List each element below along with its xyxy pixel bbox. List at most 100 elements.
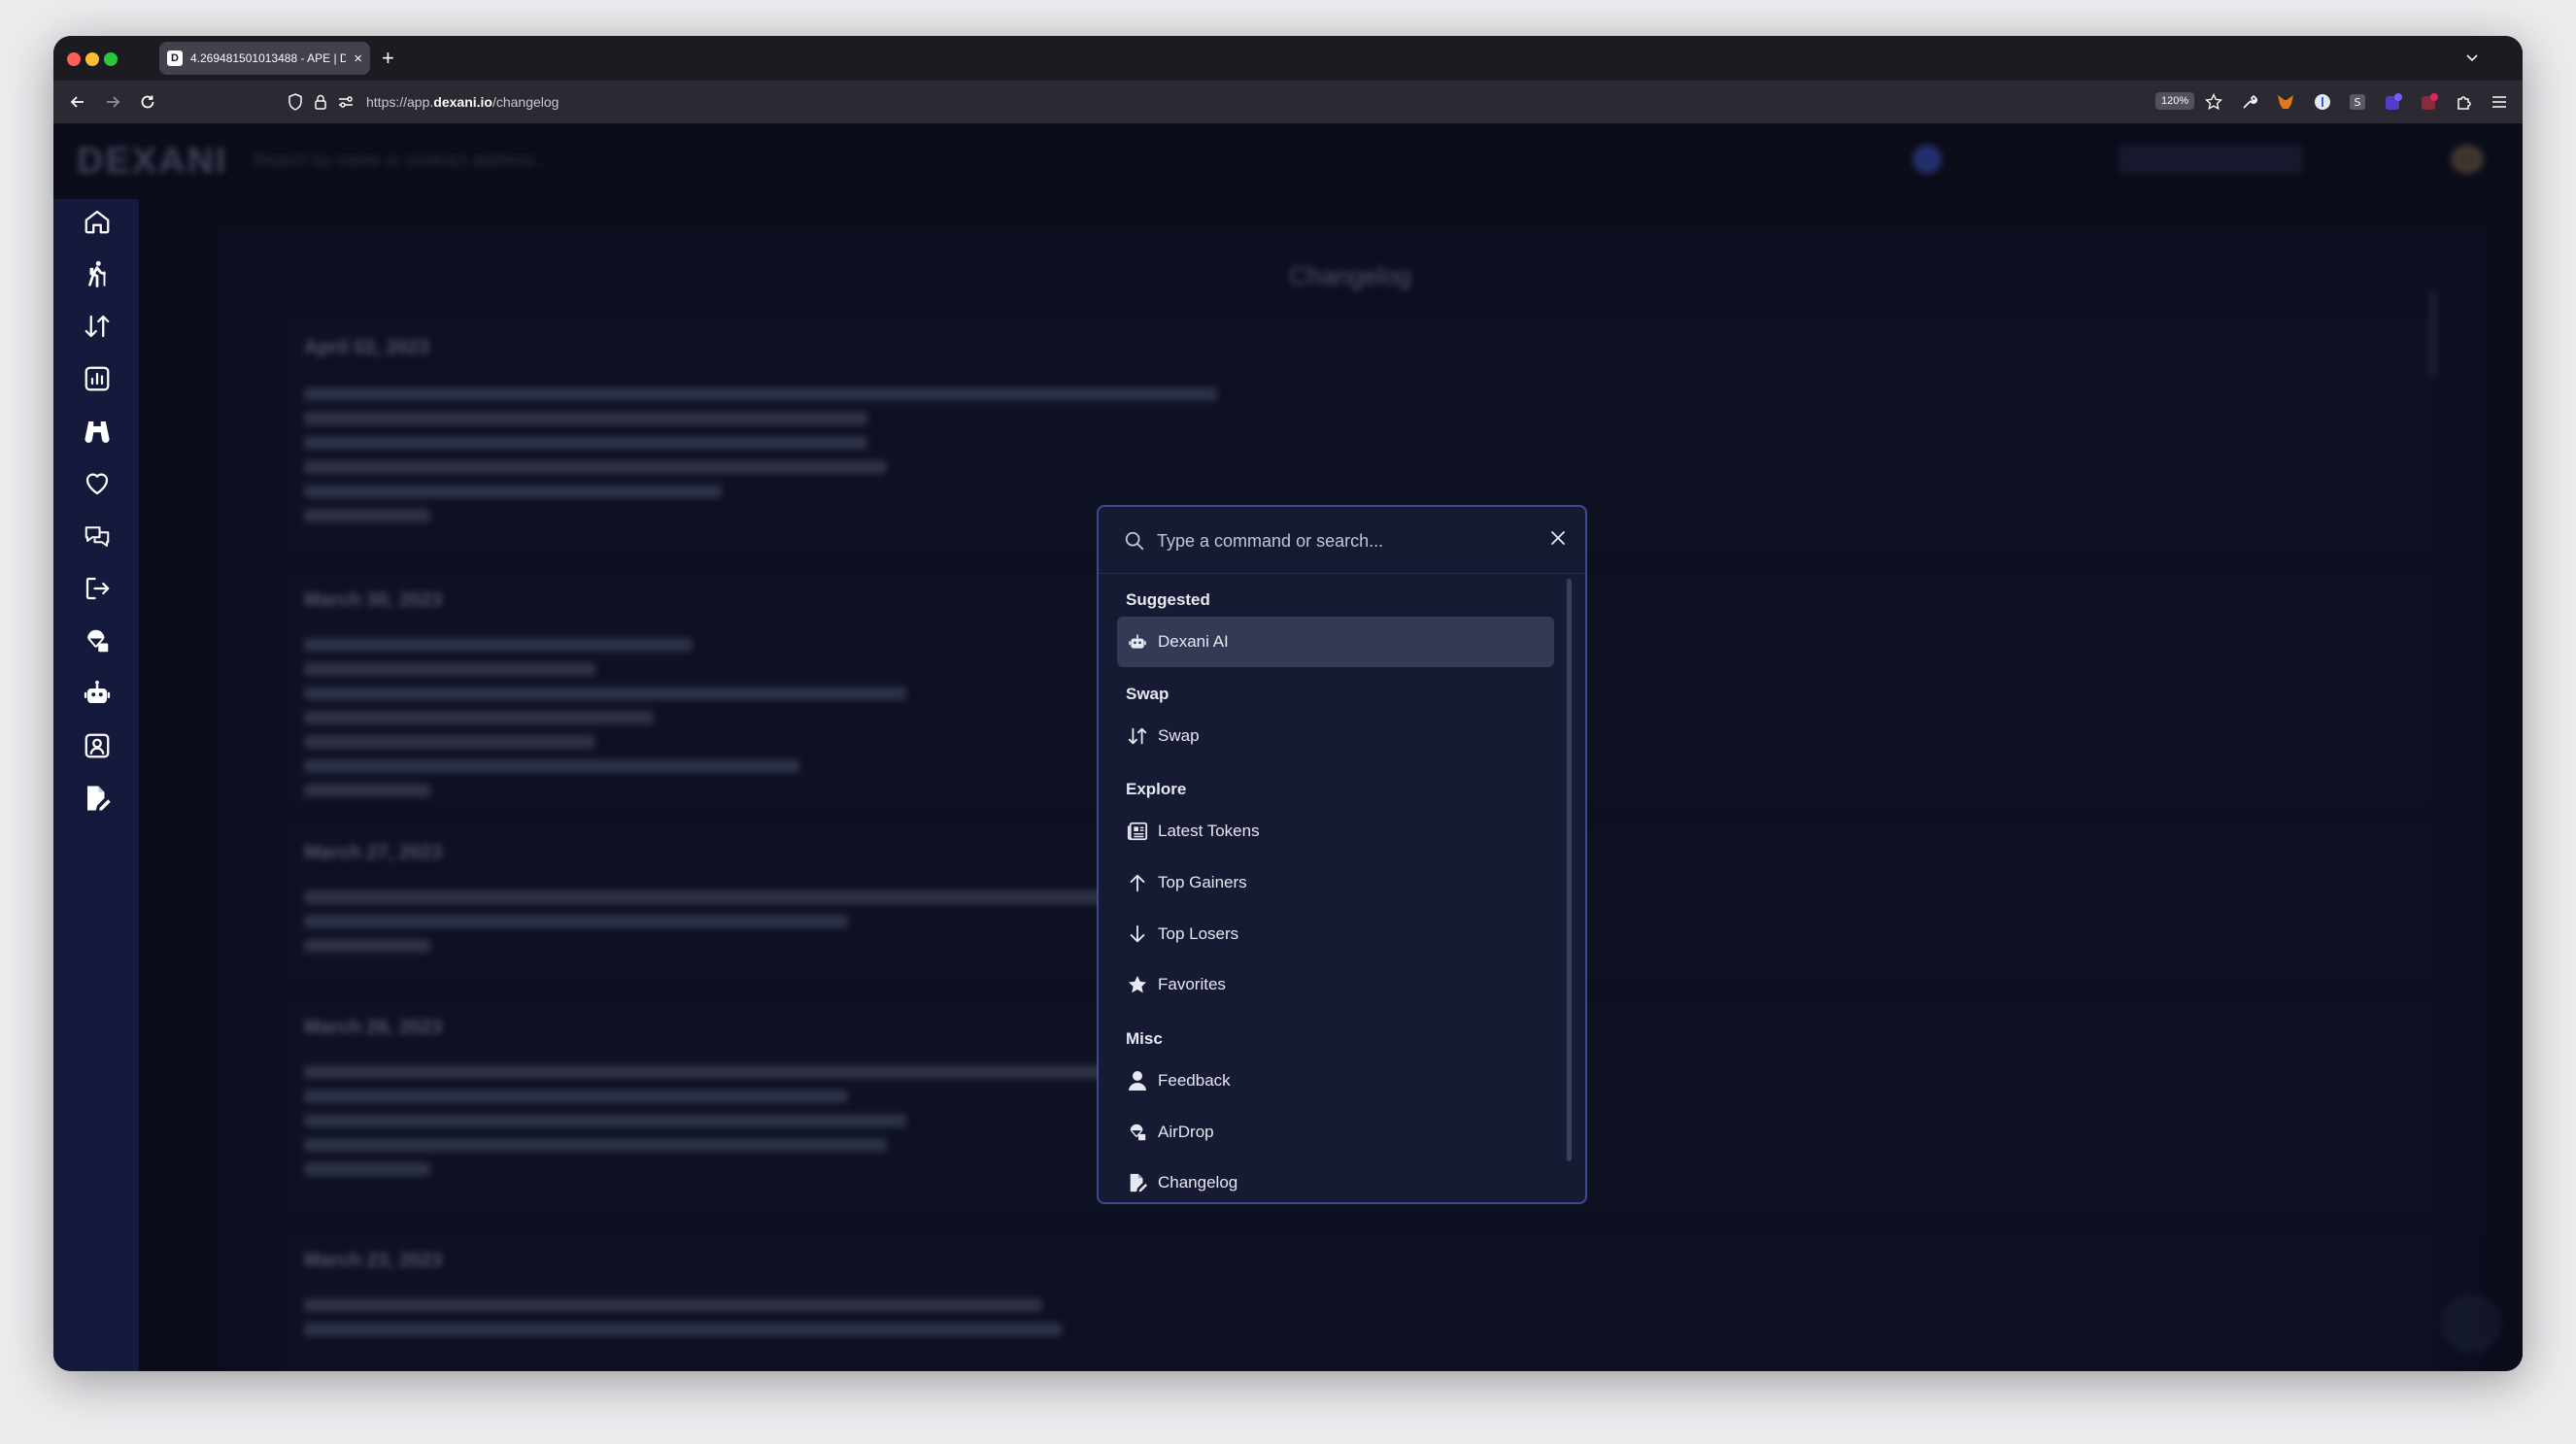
wallet-address-button[interactable] [2118, 145, 2303, 174]
command-item-label: Latest Tokens [1158, 822, 1260, 840]
browser-window: D 4.269481501013488 - APE | De × + https… [53, 36, 2523, 1371]
tab-list-chevron-icon[interactable] [2464, 50, 2480, 70]
extension-s-icon[interactable]: S [2348, 92, 2367, 112]
group-title-swap: Swap [1126, 685, 1169, 703]
url-prefix: https://app. [366, 94, 434, 110]
search-icon [1124, 530, 1145, 556]
page-scrollbar[interactable] [2429, 290, 2437, 378]
avatar[interactable] [2451, 145, 2484, 174]
command-item-label: Top Gainers [1158, 873, 1247, 891]
group-title-explore: Explore [1126, 780, 1187, 798]
chat-widget-button[interactable] [2441, 1293, 2501, 1354]
hiking-person-icon[interactable] [81, 257, 114, 290]
permissions-icon[interactable] [335, 91, 356, 113]
metamask-fox-icon[interactable] [2276, 92, 2295, 112]
eth-balance [2319, 145, 2435, 174]
entry-date: March 23, 2023 [304, 1250, 443, 1271]
command-item-label: AirDrop [1158, 1123, 1214, 1141]
extensions-puzzle-icon[interactable] [2455, 92, 2474, 112]
entry-date: April 02, 2023 [304, 337, 429, 358]
entry-date: March 27, 2023 [304, 842, 443, 863]
star-icon [1127, 974, 1148, 995]
arrow-up-icon [1127, 872, 1148, 893]
hamburger-menu-icon[interactable] [2490, 92, 2509, 112]
command-search-input[interactable] [1155, 524, 1528, 557]
minimize-window-button[interactable] [85, 52, 99, 66]
command-item-top-losers[interactable]: Top Losers [1117, 909, 1554, 959]
airdrop-icon [1127, 1122, 1148, 1143]
command-item-feedback[interactable]: Feedback [1117, 1056, 1554, 1106]
command-palette: Suggested Dexani AI Swap Swap Explore La… [1097, 505, 1587, 1204]
bookmark-star-icon[interactable] [2204, 92, 2223, 112]
command-item-changelog[interactable]: Changelog [1117, 1158, 1554, 1202]
entry-date: March 30, 2023 [304, 589, 443, 611]
tab-bar: D 4.269481501013488 - APE | De × + [53, 36, 2523, 81]
arrow-down-icon [1127, 923, 1148, 945]
maximize-window-button[interactable] [104, 52, 118, 66]
url-domain: dexani.io [433, 94, 492, 110]
wrench-icon[interactable] [2240, 92, 2259, 112]
svg-text:S: S [2355, 96, 2361, 109]
heart-icon[interactable] [81, 467, 114, 500]
zoom-level-badge[interactable]: 120% [2155, 92, 2195, 110]
command-item-label: Swap [1158, 726, 1200, 745]
chart-icon[interactable] [81, 362, 114, 395]
extension-red-icon[interactable] [2420, 92, 2439, 112]
lock-icon[interactable] [310, 91, 331, 113]
dexani-logo: DEXANI [77, 141, 228, 182]
close-window-button[interactable] [67, 52, 81, 66]
command-item-label: Favorites [1158, 975, 1226, 993]
network-icon[interactable] [1913, 145, 1942, 174]
extension-purple-icon[interactable] [2384, 92, 2403, 112]
reload-icon[interactable] [137, 91, 158, 113]
page-title: Changelog [1289, 261, 1411, 290]
airdrop-icon[interactable] [81, 624, 114, 657]
command-item-top-gainers[interactable]: Top Gainers [1117, 857, 1554, 908]
tab-favicon: D [167, 50, 183, 66]
logout-icon[interactable] [81, 572, 114, 605]
tab-title: 4.269481501013488 - APE | De [190, 51, 347, 65]
newspaper-icon [1127, 821, 1148, 842]
robot-icon [1127, 631, 1148, 653]
command-item-dexani-ai[interactable]: Dexani AI [1117, 617, 1554, 667]
token-search-input[interactable]: Search by name or contract address... [253, 151, 549, 171]
group-title-misc: Misc [1126, 1029, 1163, 1048]
chat-bubbles-icon[interactable] [81, 520, 114, 553]
changelog-entry: March 23, 2023 [285, 1232, 2435, 1371]
command-item-label: Changelog [1158, 1173, 1238, 1192]
shield-icon[interactable] [285, 91, 306, 113]
user-profile-icon[interactable] [81, 729, 114, 762]
command-palette-header [1099, 507, 1585, 574]
close-icon[interactable] [1546, 526, 1570, 550]
robot-icon[interactable] [81, 677, 114, 710]
group-title-suggested: Suggested [1126, 590, 1210, 609]
onepassword-icon[interactable] [2313, 92, 2332, 112]
close-tab-icon[interactable]: × [354, 50, 362, 67]
app-header: DEXANI Search by name or contract addres… [53, 123, 2523, 199]
forward-arrow-icon[interactable] [102, 91, 123, 113]
command-item-swap[interactable]: Swap [1117, 711, 1554, 761]
entry-date: March 26, 2023 [304, 1017, 443, 1038]
command-item-airdrop[interactable]: AirDrop [1117, 1107, 1554, 1158]
header-wallet-area [1913, 145, 2484, 174]
navigation-bar: https://app.dexani.io/changelog 120% S [53, 81, 2523, 124]
address-bar[interactable]: https://app.dexani.io/changelog [366, 81, 559, 123]
swap-arrows-icon [1127, 725, 1148, 747]
command-item-latest-tokens[interactable]: Latest Tokens [1117, 806, 1554, 856]
sidebar [53, 199, 139, 1371]
command-item-favorites[interactable]: Favorites [1117, 959, 1554, 1010]
command-item-label: Feedback [1158, 1071, 1231, 1090]
swap-arrows-icon[interactable] [81, 310, 114, 343]
browser-tab[interactable]: D 4.269481501013488 - APE | De × [159, 42, 370, 75]
new-tab-button[interactable]: + [382, 46, 394, 71]
binoculars-icon[interactable] [81, 415, 114, 448]
url-path: /changelog [491, 94, 559, 110]
back-arrow-icon[interactable] [67, 91, 88, 113]
file-pen-icon [1127, 1172, 1148, 1193]
home-icon[interactable] [81, 205, 114, 238]
user-icon [1127, 1070, 1148, 1091]
command-item-label: Dexani AI [1158, 632, 1229, 651]
command-palette-scrollbar[interactable] [1567, 579, 1572, 1161]
file-pen-icon[interactable] [81, 782, 114, 815]
command-item-label: Top Losers [1158, 924, 1239, 943]
